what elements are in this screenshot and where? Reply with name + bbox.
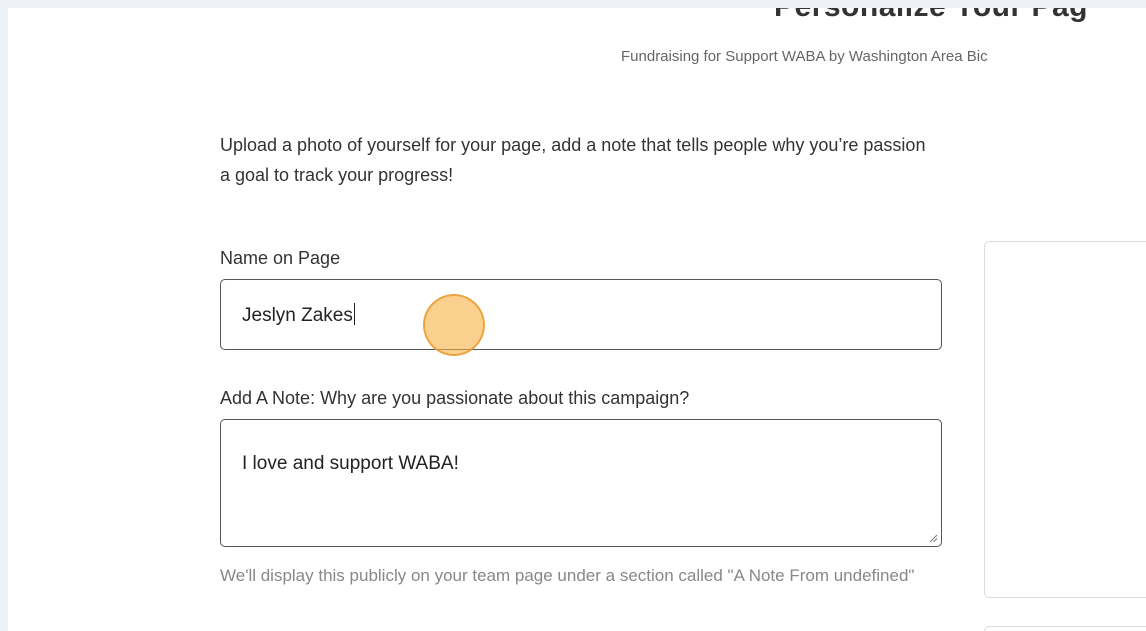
photo-upload-panel[interactable] (984, 241, 1146, 598)
personalize-page: Personalize Your Pag Fundraising for Sup… (8, 8, 1146, 631)
page-subtitle: Fundraising for Support WABA by Washingt… (621, 48, 988, 65)
note-help-text: We'll display this publicly on your team… (220, 566, 915, 585)
name-on-page-input[interactable]: Jeslyn Zakes (220, 279, 942, 350)
side-panel-secondary (984, 626, 1146, 631)
name-input-value-wrap: Jeslyn Zakes (242, 303, 355, 327)
intro-text: Upload a photo of yourself for your page… (220, 130, 1146, 190)
click-indicator (423, 294, 485, 356)
name-on-page-label: Name on Page (220, 248, 341, 268)
note-textarea-value: I love and support WABA! (242, 453, 459, 474)
intro-line-1: Upload a photo of yourself for your page… (220, 135, 926, 155)
intro-line-2: a goal to track your progress! (220, 165, 454, 185)
note-label: Add A Note: Why are you passionate about… (220, 388, 690, 408)
text-caret (353, 303, 355, 325)
resize-handle-icon[interactable] (928, 533, 938, 543)
page-title: Personalize Your Pag (774, 8, 1088, 24)
name-input-value: Jeslyn Zakes (242, 305, 353, 326)
note-textarea[interactable]: I love and support WABA! (220, 419, 942, 547)
